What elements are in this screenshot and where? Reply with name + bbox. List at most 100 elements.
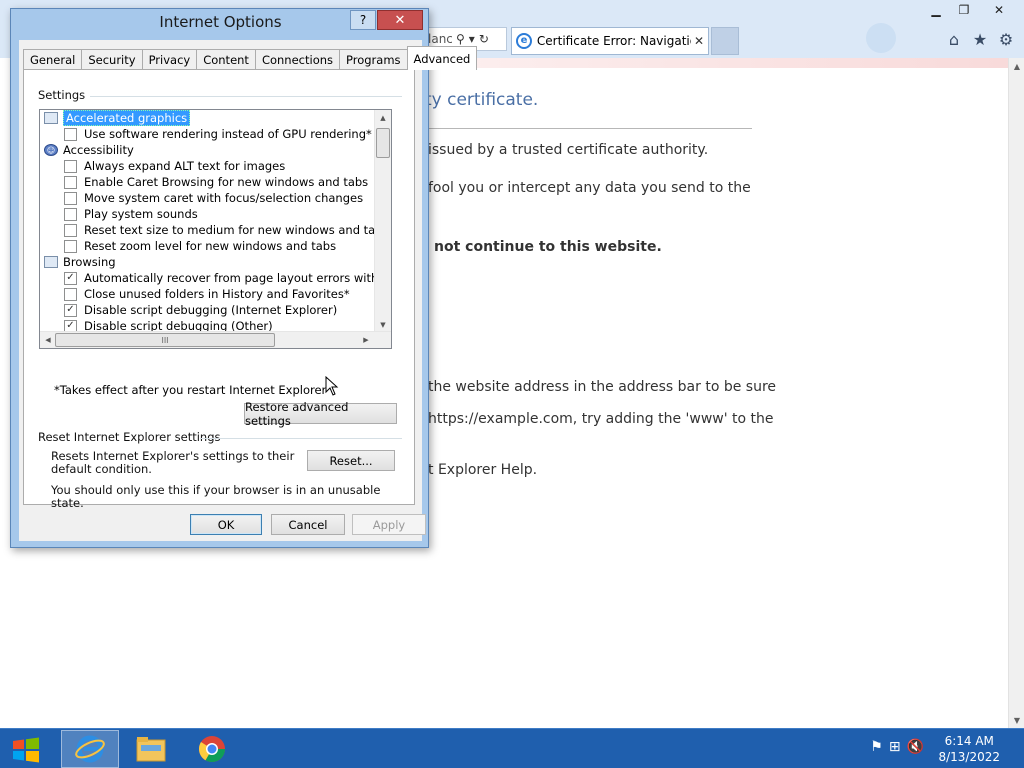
category-accelerated-graphics[interactable]: Accelerated graphics — [44, 110, 191, 126]
setting-caret-browsing[interactable]: Enable Caret Browsing for new windows an… — [64, 174, 368, 190]
browser-tab-active[interactable]: e Certificate Error: Navigation... ✕ — [511, 27, 709, 55]
checkbox[interactable] — [64, 287, 77, 301]
setting-expand-alt-text[interactable]: Always expand ALT text for images — [64, 158, 285, 174]
favorites-star-icon[interactable]: ★ — [970, 29, 990, 49]
setting-move-system-caret[interactable]: Move system caret with focus/selection c… — [64, 190, 363, 206]
help-button[interactable]: ? — [350, 10, 376, 30]
vertical-scroll-thumb[interactable] — [376, 128, 390, 158]
setting-label: Play system sounds — [84, 207, 198, 221]
checkbox[interactable] — [64, 223, 77, 237]
horizontal-scroll-thumb[interactable]: III — [55, 333, 275, 347]
list-vertical-scrollbar[interactable]: ▲ ▼ — [374, 110, 391, 333]
ie-tab-icon: e — [516, 33, 532, 49]
setting-close-unused-folders[interactable]: Close unused folders in History and Favo… — [64, 286, 350, 302]
setting-play-system-sounds[interactable]: Play system sounds — [64, 206, 198, 222]
reset-description: Resets Internet Explorer's settings to t… — [51, 449, 295, 476]
cancel-button[interactable]: Cancel — [271, 514, 345, 535]
clock[interactable]: 6:14 AM 8/13/2022 — [938, 733, 1000, 765]
setting-label: Always expand ALT text for images — [84, 159, 286, 173]
minimize-button[interactable]: ▁ — [922, 0, 950, 20]
clock-date: 8/13/2022 — [938, 750, 1000, 764]
search-icon[interactable]: ⚲ — [456, 32, 465, 46]
clock-time: 6:14 AM — [944, 734, 994, 748]
category-accessibility[interactable]: ☺ Accessibility — [44, 142, 134, 158]
tab-advanced[interactable]: Advanced — [406, 46, 478, 70]
chrome-icon — [198, 736, 226, 763]
setting-label: Move system caret with focus/selection c… — [84, 191, 364, 205]
flag-icon[interactable]: ⚑ — [870, 739, 883, 755]
page-scrollbar[interactable]: ▲ ▼ — [1008, 58, 1024, 728]
volume-muted-icon[interactable]: 🔇 — [907, 739, 924, 755]
windows-start-icon[interactable] — [11, 737, 41, 763]
checkbox-checked[interactable]: ✓ — [64, 303, 77, 317]
ok-button[interactable]: OK — [190, 514, 262, 535]
dialog-body: General Security Privacy Content Connect… — [19, 40, 478, 541]
error-text-line: the website address in the address bar t… — [428, 379, 777, 395]
maximize-button[interactable]: ❐ — [950, 0, 978, 20]
group-divider — [200, 438, 402, 439]
setting-disable-script-debug-ie[interactable]: ✓ Disable script debugging (Internet Exp… — [64, 302, 337, 318]
checkbox-checked[interactable]: ✓ — [64, 271, 77, 285]
dropdown-icon[interactable]: ▾ — [469, 32, 475, 46]
heading-divider — [425, 128, 752, 129]
taskbar: ⚑ ⊞ 🔇 6:14 AM 8/13/2022 — [0, 728, 1024, 768]
new-tab-button[interactable] — [711, 27, 739, 55]
do-not-continue-link[interactable]: not continue to this website. — [434, 239, 662, 255]
taskbar-internet-explorer[interactable] — [61, 730, 119, 768]
scroll-up-icon[interactable]: ▲ — [1009, 58, 1024, 74]
setting-label: Automatically recover from page layout e… — [84, 271, 392, 285]
setting-label: Reset zoom level for new windows and tab… — [84, 239, 337, 253]
error-text-line: fool you or intercept any data you send … — [428, 180, 751, 196]
category-label: Accelerated graphics — [63, 110, 191, 126]
setting-label: Close unused folders in History and Favo… — [84, 287, 350, 301]
window-close-button[interactable]: ✕ — [978, 0, 1020, 20]
checkbox[interactable] — [64, 159, 77, 173]
scroll-down-icon[interactable]: ▼ — [1009, 712, 1024, 728]
error-heading: ty certificate. — [425, 90, 539, 110]
apply-button[interactable]: Apply — [352, 514, 426, 535]
settings-gear-icon[interactable]: ⚙ — [996, 29, 1016, 49]
restart-note: *Takes effect after you restart Internet… — [54, 383, 327, 397]
refresh-icon[interactable]: ↻ — [479, 32, 489, 46]
checkbox[interactable] — [64, 191, 77, 205]
dialog-close-button[interactable]: ✕ — [377, 10, 423, 30]
reset-button[interactable]: Reset... — [307, 450, 395, 471]
restore-advanced-settings-button[interactable]: Restore advanced settings — [244, 400, 397, 428]
setting-reset-text-size[interactable]: Reset text size to medium for new window… — [64, 222, 389, 238]
category-label: Accessibility — [63, 143, 134, 157]
checkbox[interactable] — [64, 207, 77, 221]
window-controls: ▁ ❐ ✕ — [922, 0, 1020, 20]
setting-auto-recover[interactable]: ✓ Automatically recover from page layout… — [64, 270, 392, 286]
tab-general[interactable]: General — [23, 49, 83, 69]
error-text-line: issued by a trusted certificate authorit… — [428, 142, 709, 158]
tab-content[interactable]: Content — [196, 49, 256, 69]
category-browsing[interactable]: Browsing — [44, 254, 116, 270]
taskbar-chrome[interactable] — [183, 730, 241, 768]
checkbox[interactable] — [64, 175, 77, 189]
tab-programs[interactable]: Programs — [339, 49, 408, 69]
tab-close-icon[interactable]: ✕ — [694, 34, 704, 48]
tab-connections[interactable]: Connections — [254, 49, 341, 69]
system-tray: ⚑ ⊞ 🔇 — [870, 739, 924, 755]
scroll-up-icon[interactable]: ▲ — [375, 110, 391, 126]
network-icon[interactable]: ⊞ — [889, 739, 901, 755]
setting-label: Enable Caret Browsing for new windows an… — [84, 175, 369, 189]
home-icon[interactable]: ⌂ — [944, 29, 964, 49]
taskbar-file-explorer[interactable] — [122, 730, 180, 768]
tab-privacy[interactable]: Privacy — [141, 49, 198, 69]
setting-reset-zoom[interactable]: Reset zoom level for new windows and tab… — [64, 238, 336, 254]
reset-warning: You should only use this if your browser… — [51, 483, 381, 510]
browsing-icon — [44, 256, 58, 268]
address-text[interactable]: lanc — [428, 32, 452, 46]
setting-label: Reset text size to medium for new window… — [84, 223, 389, 237]
tab-security[interactable]: Security — [81, 49, 143, 69]
scroll-left-icon[interactable]: ◀ — [40, 332, 56, 348]
folder-icon — [136, 737, 166, 762]
settings-list[interactable]: Accelerated graphics Use software render… — [39, 109, 392, 349]
list-horizontal-scrollbar[interactable]: ◀ III ▶ — [40, 331, 391, 348]
reset-group-label: Reset Internet Explorer settings — [38, 430, 225, 444]
setting-software-rendering[interactable]: Use software rendering instead of GPU re… — [64, 126, 372, 142]
checkbox[interactable] — [64, 127, 77, 141]
checkbox[interactable] — [64, 239, 77, 253]
scroll-right-icon[interactable]: ▶ — [358, 332, 374, 348]
